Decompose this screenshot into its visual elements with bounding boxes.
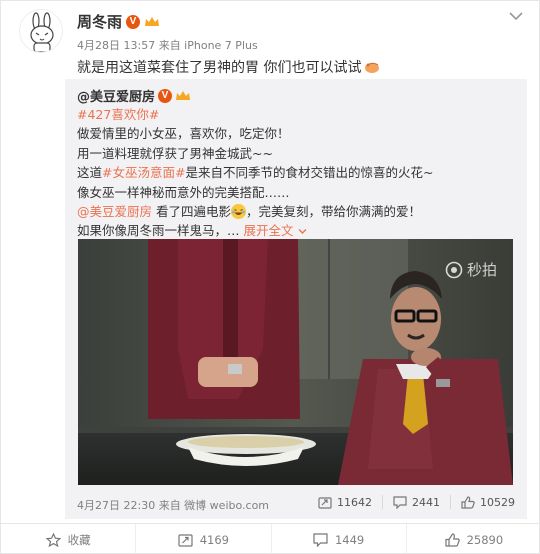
like-icon <box>444 532 460 547</box>
laugh-emoji <box>231 204 246 220</box>
collect-button[interactable]: 收藏 <box>1 524 137 554</box>
post-meta: 4月28日 13:57 来自 iPhone 7 Plus <box>77 39 258 52</box>
action-bar: 收藏 4169 1449 25890 <box>1 523 540 554</box>
comment-button[interactable]: 1449 <box>272 524 407 554</box>
hand-emoji <box>365 62 380 73</box>
chevron-down-icon <box>298 229 306 235</box>
like-button-count: 25890 <box>466 532 504 547</box>
topic-link[interactable]: #427喜欢你# <box>77 107 159 122</box>
crown-icon <box>176 90 191 100</box>
repost-stat-like[interactable]: 10529 <box>461 496 515 509</box>
comment-icon <box>313 532 328 547</box>
repost-line: 如果你像周冬雨一样鬼马，… 展开全文 <box>77 221 517 240</box>
like-icon <box>461 495 475 509</box>
chevron-down-icon[interactable] <box>509 11 523 21</box>
repost-button-count: 4169 <box>199 532 230 547</box>
repost-stat-repost[interactable]: 11642 <box>318 496 372 509</box>
comment-icon <box>393 495 407 509</box>
watermark: 秒拍 <box>445 259 497 280</box>
repost-line-suffix: ，完美复刻，带给你满满的爱！ <box>246 204 422 220</box>
repost-line-prefix: 这道 <box>77 165 103 181</box>
repost-box: @美豆爱厨房 V #427喜欢你# 做爱情里的小女巫，喜欢你，吃定你！ 用一道料… <box>65 79 527 519</box>
repost-text: #427喜欢你# 做爱情里的小女巫，喜欢你，吃定你！ 用一道料理就俘获了男神金城… <box>77 105 517 241</box>
divider <box>382 495 383 509</box>
like-button[interactable]: 25890 <box>407 524 540 554</box>
verified-icon: V <box>158 88 173 103</box>
repost-line: @美豆爱厨房 看了四遍电影 ，完美复刻，带给你满满的爱！ <box>77 202 517 221</box>
video-thumbnail[interactable]: 秒拍 <box>78 239 513 485</box>
repost-count: 11642 <box>337 495 372 509</box>
repost-stats: 11642 2441 10529 <box>318 495 515 509</box>
crown-icon <box>145 16 160 26</box>
comment-count: 2441 <box>412 495 440 509</box>
collect-label: 收藏 <box>67 532 91 547</box>
post-text: 就是用这道菜套住了男神的胃 你们也可以试试 <box>77 57 381 77</box>
divider <box>450 495 451 509</box>
repost-button[interactable]: 4169 <box>136 524 272 554</box>
author-row: 周冬雨 V <box>77 11 160 32</box>
repost-line-truncated: 如果你像周冬雨一样鬼马，… <box>77 223 240 239</box>
like-count: 10529 <box>480 495 515 509</box>
repost-line: 做爱情里的小女巫，喜欢你，吃定你！ <box>77 126 290 142</box>
repost-line-suffix: 是来自不同季节的食材交错出的惊喜的火花~ <box>185 165 434 181</box>
star-icon <box>45 532 61 547</box>
repost-icon <box>318 496 332 509</box>
weibo-card: 周冬雨 V 4月28日 13:57 来自 iPhone 7 Plus 就是用这道… <box>0 0 540 554</box>
expand-label: 展开全文 <box>243 223 294 239</box>
repost-footer: 4月27日 22:30 来自 微博 weibo.com <box>77 499 270 512</box>
repost-stat-comment[interactable]: 2441 <box>393 496 440 509</box>
rabbit-avatar <box>30 12 54 52</box>
comment-button-count: 1449 <box>334 532 365 547</box>
expand-link[interactable]: 展开全文 <box>244 223 307 238</box>
verified-icon: V <box>126 14 141 29</box>
repost-line: 用一道料理就俘获了男神金城武~~ <box>77 145 273 161</box>
repost-line: 像女巫一样神秘而意外的完美搭配…… <box>77 184 290 200</box>
post-text-body: 就是用这道菜套住了男神的胃 你们也可以试试 <box>77 60 362 76</box>
repost-line: 这道#女巫汤意面#是来自不同季节的食材交错出的惊喜的火花~ <box>77 163 517 182</box>
repost-author[interactable]: @美豆爱厨房 <box>77 86 155 105</box>
repost-author-row: @美豆爱厨房 V <box>77 86 191 105</box>
author-name[interactable]: 周冬雨 <box>77 11 122 32</box>
avatar[interactable] <box>19 9 63 53</box>
topic-link[interactable]: #女巫汤意面# <box>102 165 185 180</box>
watermark-text: 秒拍 <box>466 261 497 279</box>
miaopai-logo-icon <box>445 261 463 278</box>
mention-link[interactable]: @美豆爱厨房 <box>77 204 152 219</box>
repost-icon <box>178 533 193 547</box>
repost-line-mid: 看了四遍电影 <box>152 204 231 220</box>
